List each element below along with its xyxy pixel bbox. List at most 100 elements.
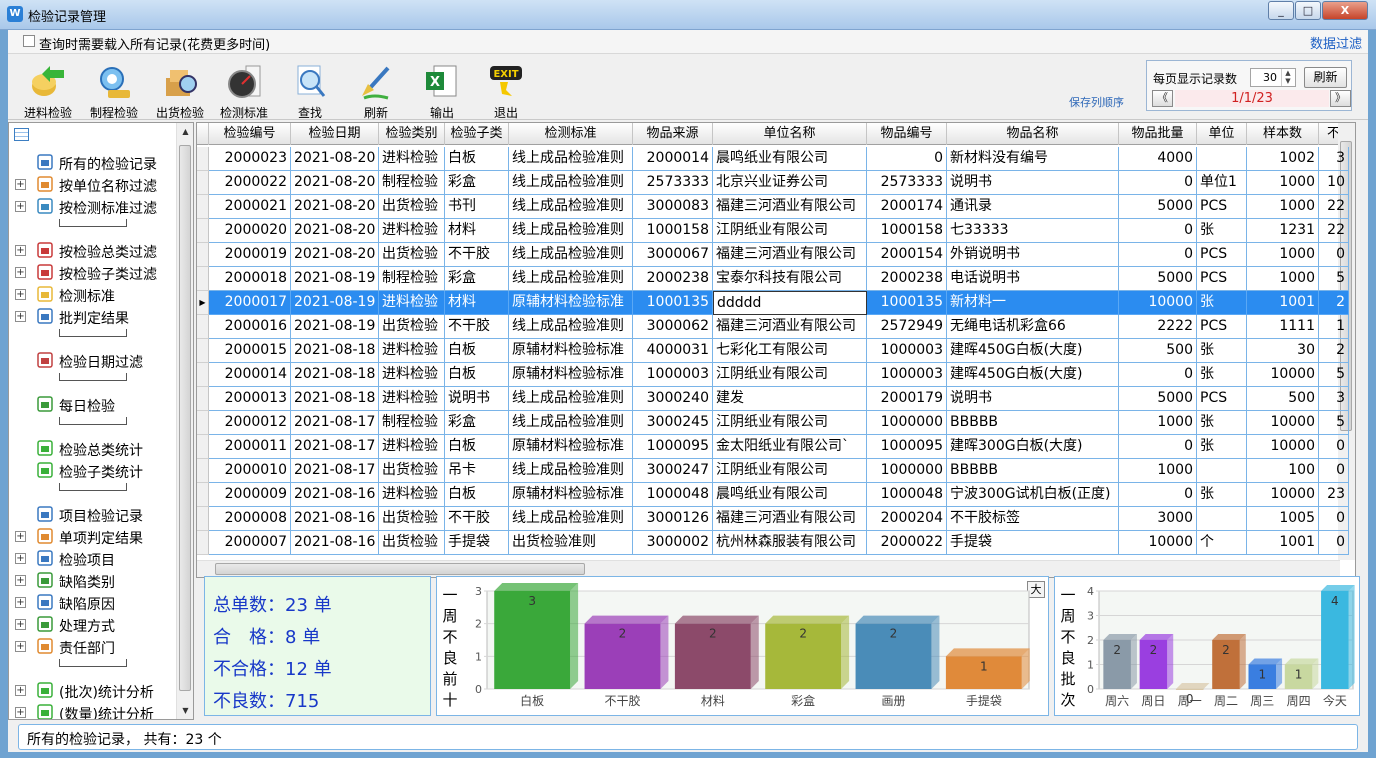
table-cell[interactable]: 2021-08-17 — [291, 435, 379, 459]
table-cell[interactable]: 4000031 — [633, 339, 713, 363]
table-cell[interactable]: 22 — [1319, 195, 1349, 219]
table-cell[interactable]: 进料检验 — [379, 483, 445, 507]
table-cell[interactable]: 5 — [1319, 363, 1349, 387]
table-cell[interactable]: 彩盒 — [445, 267, 509, 291]
expand-toggle[interactable]: + — [15, 245, 26, 256]
table-cell[interactable]: 七彩化工有限公司 — [713, 339, 867, 363]
table-cell[interactable]: 出货检验 — [379, 507, 445, 531]
table-cell[interactable]: 3 — [1319, 147, 1349, 171]
row-indicator[interactable]: ▶ — [197, 291, 209, 315]
table-cell[interactable]: 原辅材料检验标准 — [509, 483, 633, 507]
table-cell[interactable]: 1 — [1319, 315, 1349, 339]
table-cell[interactable]: 1000003 — [633, 363, 713, 387]
save-column-order-link[interactable]: 保存列顺序 — [1069, 94, 1124, 110]
next-page-button[interactable]: 》 — [1330, 90, 1351, 107]
table-cell[interactable]: 张 — [1197, 339, 1247, 363]
table-cell[interactable]: 2000009 — [209, 483, 291, 507]
table-row[interactable]: 2000016 2021-08-19 出货检验 不干胶 线上成品检验准则 3000062 福… — [209, 315, 1349, 339]
table-cell[interactable]: 线上成品检验准则 — [509, 387, 633, 411]
row-indicator[interactable] — [197, 411, 209, 435]
table-cell[interactable]: 2000014 — [209, 363, 291, 387]
table-cell[interactable]: 5000 — [1119, 195, 1197, 219]
table-cell[interactable]: 进料检验 — [379, 363, 445, 387]
table-cell[interactable]: 2000010 — [209, 459, 291, 483]
table-cell[interactable]: 3000247 — [633, 459, 713, 483]
maximize-button[interactable]: □ — [1295, 1, 1321, 20]
table-cell[interactable]: 2000022 — [867, 531, 947, 555]
table-cell[interactable]: PCS — [1197, 267, 1247, 291]
table-cell[interactable]: 2000012 — [209, 411, 291, 435]
table-cell[interactable]: 1002 — [1247, 147, 1319, 171]
column-header[interactable]: 检测标准 — [509, 123, 633, 145]
tree-item[interactable]: + 单项判定结果 — [15, 527, 179, 547]
table-cell[interactable]: 白板 — [445, 483, 509, 507]
table-cell[interactable]: 不干胶标签 — [947, 507, 1119, 531]
table-cell[interactable]: 1000048 — [867, 483, 947, 507]
table-cell[interactable]: 2 — [1319, 339, 1349, 363]
table-row[interactable]: 2000020 2021-08-20 进料检验 材料 线上成品检验准则 1000158 江阴… — [209, 219, 1349, 243]
table-cell[interactable]: 1000158 — [633, 219, 713, 243]
table-cell[interactable]: 5000 — [1119, 267, 1197, 291]
tree-item[interactable]: + 按检验总类过滤 — [15, 241, 179, 261]
table-cell[interactable]: 晨鸣纸业有限公司 — [713, 483, 867, 507]
row-indicator[interactable] — [197, 363, 209, 387]
table-cell[interactable]: 白板 — [445, 363, 509, 387]
table-cell[interactable]: 建晖300G白板(大度) — [947, 435, 1119, 459]
table-cell[interactable]: 2021-08-18 — [291, 363, 379, 387]
expand-toggle[interactable]: + — [15, 553, 26, 564]
table-cell[interactable]: 2572949 — [867, 315, 947, 339]
table-cell[interactable]: 2021-08-19 — [291, 267, 379, 291]
table-cell[interactable]: 白板 — [445, 147, 509, 171]
table-cell[interactable]: 3000126 — [633, 507, 713, 531]
table-cell[interactable]: 3000083 — [633, 195, 713, 219]
table-row[interactable]: 2000008 2021-08-16 出货检验 不干胶 线上成品检验准则 3000126 福… — [209, 507, 1349, 531]
process-inspection-button[interactable]: 制程检验 — [82, 64, 146, 120]
expand-toggle[interactable]: + — [15, 641, 26, 652]
table-cell[interactable]: 不干胶 — [445, 243, 509, 267]
table-row[interactable]: 2000011 2021-08-17 进料检验 白板 原辅材料检验标准 1000095 金太… — [209, 435, 1349, 459]
export-button[interactable]: X 输出 — [410, 64, 474, 120]
table-cell[interactable]: 原辅材料检验标准 — [509, 339, 633, 363]
table-cell[interactable]: 张 — [1197, 411, 1247, 435]
table-cell[interactable]: 0 — [1319, 459, 1349, 483]
table-cell[interactable]: 0 — [1319, 531, 1349, 555]
table-cell[interactable]: 2573333 — [633, 171, 713, 195]
table-cell[interactable]: 2021-08-16 — [291, 483, 379, 507]
table-cell[interactable]: 2000020 — [209, 219, 291, 243]
table-cell[interactable]: 不干胶 — [445, 315, 509, 339]
table-cell[interactable]: 张 — [1197, 363, 1247, 387]
table-cell[interactable]: 10000 — [1247, 483, 1319, 507]
column-header[interactable]: 物品批量 — [1119, 123, 1197, 145]
table-cell[interactable]: 张 — [1197, 291, 1247, 315]
table-row[interactable]: 2000007 2021-08-16 出货检验 手提袋 出货检验准则 3000002 杭州林… — [209, 531, 1349, 555]
table-cell[interactable]: 新材料一 — [947, 291, 1119, 315]
table-cell[interactable]: 金太阳纸业有限公司` — [713, 435, 867, 459]
table-cell[interactable]: 张 — [1197, 219, 1247, 243]
table-cell[interactable]: 23 — [1319, 483, 1349, 507]
per-page-spinner[interactable]: ▲ ▼ — [1281, 69, 1294, 86]
table-cell[interactable]: 张 — [1197, 483, 1247, 507]
table-cell[interactable]: 外销说明书 — [947, 243, 1119, 267]
table-cell[interactable]: 书刊 — [445, 195, 509, 219]
table-cell[interactable]: 10000 — [1247, 363, 1319, 387]
row-indicator[interactable] — [197, 387, 209, 411]
expand-toggle[interactable]: + — [15, 289, 26, 300]
expand-toggle[interactable]: + — [15, 619, 26, 630]
table-cell[interactable]: 2000013 — [209, 387, 291, 411]
table-cell[interactable]: 0 — [1119, 243, 1197, 267]
table-cell[interactable]: 线上成品检验准则 — [509, 267, 633, 291]
table-cell[interactable]: 2000017 — [209, 291, 291, 315]
table-cell[interactable]: 北京兴业证券公司 — [713, 171, 867, 195]
table-cell[interactable]: 1000 — [1119, 411, 1197, 435]
table-cell[interactable]: 手提袋 — [445, 531, 509, 555]
table-cell[interactable]: 500 — [1119, 339, 1197, 363]
table-cell[interactable]: 原辅材料检验标准 — [509, 291, 633, 315]
table-cell[interactable]: 说明书 — [445, 387, 509, 411]
table-cell[interactable]: 1000158 — [867, 219, 947, 243]
table-cell[interactable]: 3000062 — [633, 315, 713, 339]
table-cell[interactable]: 2000023 — [209, 147, 291, 171]
table-cell[interactable]: 电话说明书 — [947, 267, 1119, 291]
table-cell[interactable]: 江阴纸业有限公司 — [713, 459, 867, 483]
table-cell[interactable]: 2021-08-18 — [291, 387, 379, 411]
table-cell[interactable]: 2000022 — [209, 171, 291, 195]
